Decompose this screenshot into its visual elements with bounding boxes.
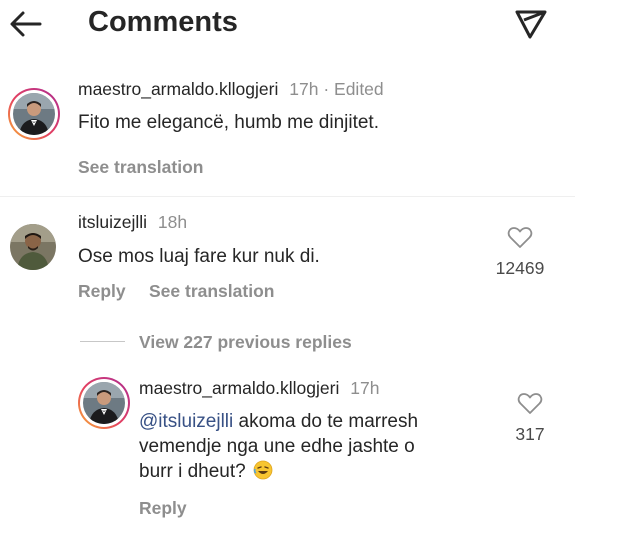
caption-text: Fito me elegancë, humb me dinjitet. xyxy=(78,112,379,133)
replies-line xyxy=(80,341,125,342)
reply-username[interactable]: maestro_armaldo.kllogjeri xyxy=(139,378,339,398)
person-photo-icon xyxy=(10,224,56,270)
reply-reply-button[interactable]: Reply xyxy=(139,498,187,519)
reply-text-line-2: vemendje nga une edhe jashte o xyxy=(139,436,415,457)
comment-reply-button[interactable]: Reply xyxy=(78,281,126,302)
comment-text: Ose mos luaj fare kur nuk di. xyxy=(78,246,320,267)
caption-username[interactable]: maestro_armaldo.kllogjeri xyxy=(78,79,278,99)
reply-like-count: 317 xyxy=(515,424,545,444)
caption-avatar[interactable] xyxy=(8,88,60,140)
view-previous-replies-button[interactable]: View 227 previous replies xyxy=(139,332,352,353)
send-icon[interactable] xyxy=(513,8,549,40)
caption-header: maestro_armaldo.kllogjeri 17h · Edited xyxy=(78,79,384,100)
caption-separator: · xyxy=(323,79,330,99)
comment-like-count: 12469 xyxy=(495,258,545,278)
reply-text: @itsluizejlli akoma do te marresh vemend… xyxy=(139,409,499,484)
reply-mention-link[interactable]: @itsluizejlli xyxy=(139,411,233,432)
comment-see-translation-button[interactable]: See translation xyxy=(149,281,274,302)
reply-text-line-3: burr i dheut? xyxy=(139,459,499,484)
comment-avatar[interactable] xyxy=(10,224,56,270)
page-title: Comments xyxy=(88,6,238,38)
reply-text-part: burr i dheut? xyxy=(139,461,246,482)
comment-like-heart-icon[interactable] xyxy=(507,226,533,250)
person-photo-icon xyxy=(13,93,55,135)
caption-edited: Edited xyxy=(334,79,384,99)
reply-avatar[interactable] xyxy=(78,377,130,429)
caption-see-translation-button[interactable]: See translation xyxy=(78,157,203,178)
reply-like-heart-icon[interactable] xyxy=(517,392,543,416)
reply-time: 17h xyxy=(350,378,380,398)
comment-header: itsluizejlli 18h xyxy=(78,212,187,233)
caption-time: 17h xyxy=(289,79,319,99)
header-bar: Comments xyxy=(0,0,640,50)
person-photo-icon xyxy=(83,382,125,424)
reply-text-line-1: @itsluizejlli akoma do te marresh xyxy=(139,409,499,434)
back-arrow-icon[interactable] xyxy=(8,8,44,40)
reply-header: maestro_armaldo.kllogjeri 17h xyxy=(139,378,379,399)
reply-text-part: akoma do te marresh xyxy=(233,411,419,432)
laughing-emoji-icon xyxy=(253,460,273,480)
comment-username[interactable]: itsluizejlli xyxy=(78,212,147,232)
caption-divider xyxy=(0,196,575,197)
comment-time: 18h xyxy=(157,212,188,232)
